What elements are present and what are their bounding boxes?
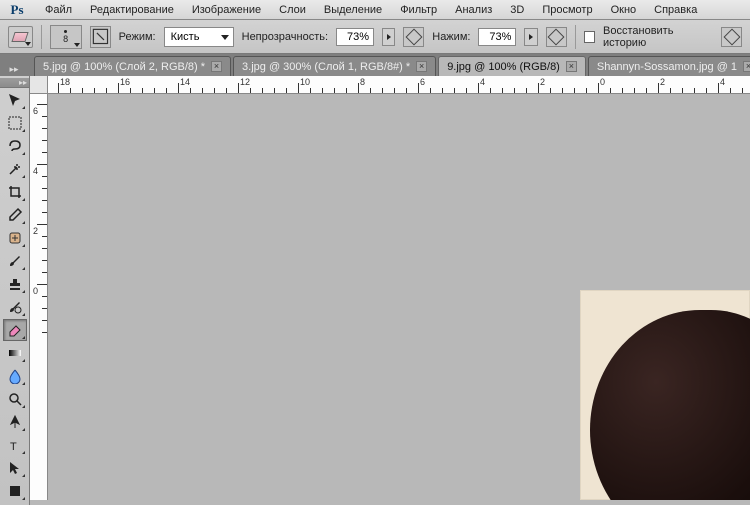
panel-chevron[interactable]: ▸▸: [4, 62, 24, 76]
brush-tool[interactable]: [3, 250, 27, 272]
eraser-tool[interactable]: [3, 319, 27, 341]
healing-tool[interactable]: [3, 227, 27, 249]
brush-size-value: 8: [63, 34, 68, 44]
eyedropper-tool[interactable]: [3, 204, 27, 226]
toolbox: ▸▸ T: [0, 76, 30, 505]
flow-slider-toggle[interactable]: [524, 28, 537, 46]
canvas[interactable]: [48, 94, 750, 500]
pen-tool[interactable]: [3, 411, 27, 433]
erase-history-checkbox[interactable]: [584, 31, 595, 43]
erase-history-label: Восстановить историю: [603, 25, 713, 49]
ruler-tick-label: 18: [60, 77, 70, 87]
tab-title: 3.jpg @ 300% (Слой 1, RGB/8#) *: [242, 61, 410, 73]
size-pressure-toggle[interactable]: [721, 27, 742, 47]
menu-файл[interactable]: Файл: [36, 2, 81, 18]
close-icon[interactable]: ×: [566, 61, 577, 72]
gradient-tool[interactable]: [3, 342, 27, 364]
ruler-tick-label: 14: [180, 77, 190, 87]
close-icon[interactable]: ×: [743, 61, 750, 72]
ruler-tick-label: 4: [480, 77, 485, 87]
document-image: [580, 290, 750, 500]
menu-слои[interactable]: Слои: [270, 2, 315, 18]
ruler-horizontal[interactable]: 18 16 14 12 10 8 6 4 2 0 2 4: [48, 76, 750, 94]
dodge-tool[interactable]: [3, 388, 27, 410]
menu-выделение[interactable]: Выделение: [315, 2, 391, 18]
ruler-tick-label: 4: [33, 166, 38, 176]
brush-picker[interactable]: 8: [50, 25, 82, 49]
crop-tool[interactable]: [3, 181, 27, 203]
workspace: 18 16 14 12 10 8 6 4 2 0 2 4 6 4 2 0: [30, 76, 750, 500]
mode-select[interactable]: Кисть: [164, 27, 234, 47]
flow-input[interactable]: 73%: [478, 28, 516, 46]
document-tab[interactable]: 9.jpg @ 100% (RGB/8) ×: [438, 56, 586, 76]
ruler-tick-label: 8: [360, 77, 365, 87]
shape-tool[interactable]: [3, 480, 27, 502]
path-select-tool[interactable]: [3, 457, 27, 479]
document-tab[interactable]: 5.jpg @ 100% (Слой 2, RGB/8) * ×: [34, 56, 231, 76]
menu-редактирование[interactable]: Редактирование: [81, 2, 183, 18]
ruler-tick-label: 4: [720, 77, 725, 87]
menu-фильтр[interactable]: Фильтр: [391, 2, 446, 18]
ruler-tick-label: 2: [33, 226, 38, 236]
ruler-tick-label: 2: [660, 77, 665, 87]
brush-panel-toggle[interactable]: [90, 26, 111, 48]
app-logo: Ps: [4, 2, 30, 18]
flow-label: Нажим:: [432, 31, 470, 43]
ruler-tick-label: 0: [600, 77, 605, 87]
ruler-tick-label: 10: [300, 77, 310, 87]
document-tab[interactable]: 3.jpg @ 300% (Слой 1, RGB/8#) * ×: [233, 56, 436, 76]
menu-анализ[interactable]: Анализ: [446, 2, 501, 18]
menu-3d[interactable]: 3D: [501, 2, 533, 18]
lasso-tool[interactable]: [3, 135, 27, 157]
opacity-pressure-toggle[interactable]: [403, 27, 424, 47]
opacity-value: 73%: [347, 31, 369, 43]
tab-title: 5.jpg @ 100% (Слой 2, RGB/8) *: [43, 61, 205, 73]
close-icon[interactable]: ×: [416, 61, 427, 72]
wand-tool[interactable]: [3, 158, 27, 180]
tab-title: Shannyn-Sossamon.jpg @ 1: [597, 61, 737, 73]
menu-просмотр[interactable]: Просмотр: [533, 2, 601, 18]
menu-окно[interactable]: Окно: [602, 2, 646, 18]
mode-label: Режим:: [119, 31, 156, 43]
document-tab[interactable]: Shannyn-Sossamon.jpg @ 1 ×: [588, 56, 750, 76]
mode-value: Кисть: [171, 31, 200, 43]
separator: [41, 25, 42, 49]
svg-text:T: T: [10, 441, 17, 453]
flow-value: 73%: [489, 31, 511, 43]
marquee-tool[interactable]: [3, 112, 27, 134]
opacity-label: Непрозрачность:: [242, 31, 328, 43]
stamp-tool[interactable]: [3, 273, 27, 295]
opacity-slider-toggle[interactable]: [382, 28, 395, 46]
airbrush-toggle[interactable]: [546, 27, 567, 47]
ruler-tick-label: 2: [540, 77, 545, 87]
ruler-tick-label: 16: [120, 77, 130, 87]
separator: [575, 25, 576, 49]
toolbox-header[interactable]: ▸▸: [0, 78, 29, 88]
ruler-tick-label: 6: [33, 106, 38, 116]
ruler-tick-label: 12: [240, 77, 250, 87]
history-brush-tool[interactable]: [3, 296, 27, 318]
close-icon[interactable]: ×: [211, 61, 222, 72]
ruler-vertical[interactable]: 6 4 2 0: [30, 94, 48, 500]
menu-справка[interactable]: Справка: [645, 2, 706, 18]
blur-tool[interactable]: [3, 365, 27, 387]
type-tool[interactable]: T: [3, 434, 27, 456]
opacity-input[interactable]: 73%: [336, 28, 374, 46]
tab-title: 9.jpg @ 100% (RGB/8): [447, 61, 560, 73]
ruler-origin[interactable]: [30, 76, 48, 94]
menu-bar: Ps ФайлРедактированиеИзображениеСлоиВыде…: [0, 0, 750, 20]
ruler-tick-label: 6: [420, 77, 425, 87]
document-tabstrip: ▸▸ 5.jpg @ 100% (Слой 2, RGB/8) *×3.jpg …: [0, 54, 750, 76]
options-bar: 8 Режим: Кисть Непрозрачность: 73% Нажим…: [0, 20, 750, 54]
tool-preset-picker[interactable]: [8, 26, 33, 48]
ruler-tick-label: 0: [33, 286, 38, 296]
move-tool[interactable]: [3, 89, 27, 111]
menu-изображение[interactable]: Изображение: [183, 2, 270, 18]
